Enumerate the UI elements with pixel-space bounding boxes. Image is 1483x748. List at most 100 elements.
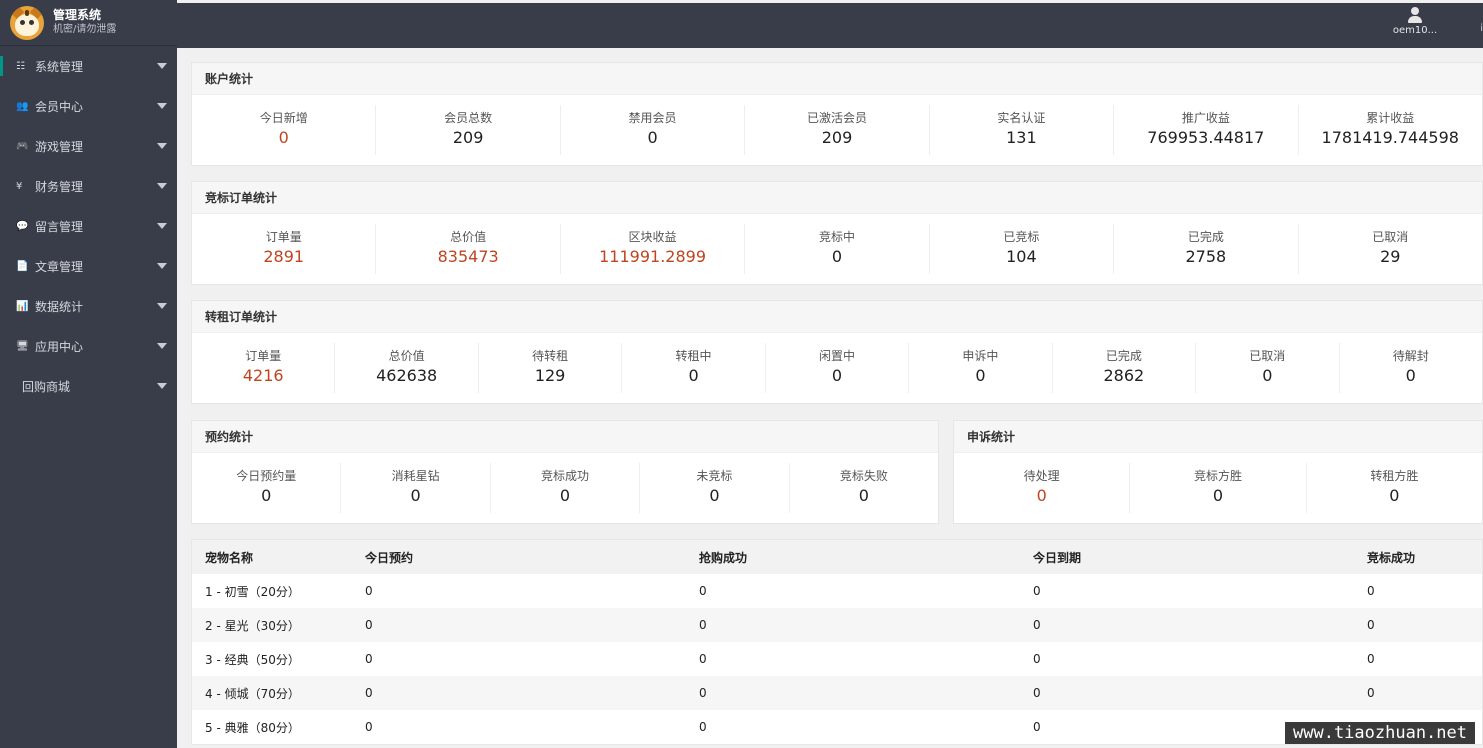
- stat-item: 转租中 0: [622, 343, 766, 393]
- stat-label: 待处理: [1023, 469, 1060, 483]
- stat-label: 申诉中: [962, 349, 999, 363]
- stat-value: 129: [534, 366, 566, 385]
- sidebar-item-4[interactable]: 💬 留言管理: [0, 206, 177, 246]
- stat-item: 推广收益 769953.44817: [1114, 105, 1299, 155]
- stat-item: 竞标失败 0: [790, 463, 938, 513]
- stat-item: 已完成 2862: [1053, 343, 1197, 393]
- table-cell: 0: [365, 584, 373, 598]
- stat-item: 会员总数 209: [376, 105, 561, 155]
- table-cell: 1 - 初雪（20分）: [205, 584, 300, 599]
- stat-label: 闲置中: [818, 349, 855, 363]
- stat-label: 今日新增: [259, 111, 308, 125]
- stat-value: 0: [559, 486, 571, 505]
- sidebar-item-7[interactable]: 🖥 应用中心: [0, 326, 177, 366]
- table-cell: 0: [1020, 608, 1354, 642]
- table-row: 3 - 经典（50分） 0 0 0 0: [192, 642, 1482, 676]
- stat-label: 禁用会员: [628, 111, 677, 125]
- table-cell: 0: [352, 608, 686, 642]
- user-menu[interactable]: oem10...: [1385, 7, 1445, 36]
- stat-item: 已取消 29: [1299, 224, 1482, 274]
- stat-label: 订单量: [265, 230, 302, 244]
- caret-down-icon: [157, 63, 167, 69]
- table-cell: 0: [699, 720, 707, 734]
- stat-label: 已激活会员: [806, 111, 867, 125]
- appeal-stats-panel: 申诉统计 待处理 0 竞标方胜 0 转租方胜 0: [953, 420, 1483, 524]
- stat-label: 实名认证: [997, 111, 1046, 125]
- stat-label: 待转租: [532, 349, 569, 363]
- stat-item: 已完成 2758: [1114, 224, 1299, 274]
- sidebar-item-0[interactable]: ☷ 系统管理: [0, 46, 177, 86]
- sidebar-item-1[interactable]: 👥 会员中心: [0, 86, 177, 126]
- stat-label: 累计收益: [1366, 111, 1415, 125]
- yen-icon: ¥: [16, 180, 23, 192]
- file-icon: 📄: [16, 260, 29, 272]
- brand-logo[interactable]: 管理系统 机密/请勿泄露: [0, 0, 177, 46]
- sidebar-item-2[interactable]: 🎮 游戏管理: [0, 126, 177, 166]
- stat-value: 0: [831, 247, 843, 266]
- sidebar-item-label: 财务管理: [35, 179, 84, 194]
- stat-label: 已取消: [1249, 349, 1286, 363]
- table-cell: 0: [352, 676, 686, 710]
- sidebar-item-3[interactable]: ¥ 财务管理: [0, 166, 177, 206]
- comments-icon: 💬: [16, 220, 29, 232]
- stat-item: 订单量 4216: [192, 343, 336, 393]
- panel-title: 申诉统计: [954, 421, 1482, 453]
- table-row: 2 - 星光（30分） 0 0 0 0: [192, 608, 1482, 642]
- caret-down-icon: [157, 143, 167, 149]
- stats-row: 订单量 4216 总价值 462638 待转租 129 转租中 0 闲置中 0 申诉中 0 已完成 286…: [192, 333, 1482, 403]
- stat-value: 0: [1262, 366, 1273, 385]
- sidebar: 管理系统 机密/请勿泄露 ☷ 系统管理 👥 会员中心 🎮 游戏管理 ¥ 财务管理 💬 留言管理 📄 文…: [0, 0, 177, 748]
- stat-label: 订单量: [245, 349, 282, 363]
- stat-value: 0: [278, 128, 289, 147]
- sidebar-item-6[interactable]: 📊 数据统计: [0, 286, 177, 326]
- stat-value: 0: [410, 486, 421, 505]
- table-row: 1 - 初雪（20分） 0 0 0 0: [192, 574, 1482, 608]
- panel-title: 账户统计: [192, 63, 1482, 95]
- desktop-icon: 🖥: [16, 340, 29, 352]
- stat-label: 转租方胜: [1370, 469, 1419, 483]
- caret-down-icon: [157, 383, 167, 389]
- stat-value: 2891: [263, 247, 305, 266]
- stat-value: 769953.44817: [1147, 128, 1265, 147]
- sidebar-item-label: 会员中心: [35, 99, 84, 114]
- watermark: www.tiaozhuan.net: [1285, 722, 1475, 744]
- stat-label: 已完成: [1187, 230, 1224, 244]
- stat-label: 待解封: [1392, 349, 1429, 363]
- stat-item: 实名认证 131: [930, 105, 1115, 155]
- sidebar-item-5[interactable]: 📄 文章管理: [0, 246, 177, 286]
- user-name: oem10...: [1392, 25, 1438, 36]
- stat-value: 0: [688, 366, 699, 385]
- stat-label: 竞标失败: [839, 469, 888, 483]
- table-cell: 0: [365, 720, 373, 734]
- table-cell: 0: [1020, 676, 1354, 710]
- user-icon: [1408, 7, 1422, 23]
- bar-chart-icon: 📊: [16, 300, 29, 312]
- stat-label: 竞标成功: [541, 469, 590, 483]
- sidebar-item-label: 留言管理: [35, 219, 84, 234]
- stat-value: 0: [709, 486, 720, 505]
- stat-label: 区块收益: [628, 230, 677, 244]
- stat-label: 转租中: [675, 349, 712, 363]
- stat-item: 已竞标 104: [930, 224, 1115, 274]
- stat-label: 已完成: [1105, 349, 1142, 363]
- stat-label: 竞标中: [818, 230, 855, 244]
- stat-value: 1781419.744598: [1321, 128, 1459, 147]
- stat-item: 消耗星钻 0: [341, 463, 491, 513]
- stat-item: 订单量 2891: [192, 224, 377, 274]
- stat-item: 累计收益 1781419.744598: [1299, 105, 1482, 155]
- stat-item: 待转租 129: [479, 343, 623, 393]
- stat-item: 竞标方胜 0: [1130, 463, 1307, 513]
- stat-value: 0: [1405, 366, 1416, 385]
- table-cell: 0: [1367, 584, 1375, 598]
- table-cell: 5 - 典雅（80分）: [205, 720, 300, 735]
- table-cell: 0: [1367, 652, 1375, 666]
- stat-label: 推广收益: [1181, 111, 1230, 125]
- stat-value: 111991.2899: [599, 247, 706, 266]
- panel-title: 转租订单统计: [192, 301, 1482, 333]
- table-cell: 3 - 经典（50分）: [205, 652, 300, 667]
- sidebar-item-8[interactable]: 回购商城: [0, 366, 177, 406]
- stat-value: 0: [831, 366, 843, 385]
- booking-stats-panel: 预约统计 今日预约量 0 消耗星钻 0 竞标成功 0 未竞标 0 竞标失败 0: [191, 420, 939, 524]
- stat-label: 已竞标: [1003, 230, 1040, 244]
- table-cell: 0: [1033, 584, 1041, 598]
